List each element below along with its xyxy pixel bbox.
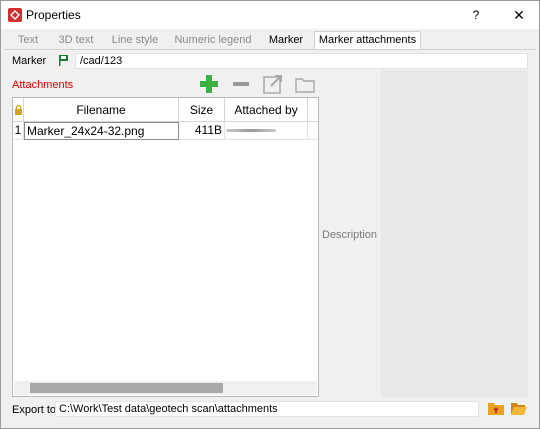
table-row[interactable]: 1 Marker_24x24-32.png 411B	[13, 122, 318, 140]
tab-strip: Text 3D text Line style Numeric legend M…	[1, 31, 539, 49]
description-label: Description	[322, 229, 378, 241]
grid-header: Filename Size Attached by	[13, 98, 318, 122]
tab-panel-border	[4, 49, 536, 50]
lock-icon	[13, 98, 24, 122]
redacted-user	[226, 129, 276, 132]
row-filename[interactable]: Marker_24x24-32.png	[24, 122, 179, 140]
marker-label: Marker	[12, 55, 47, 67]
open-external-icon[interactable]	[262, 73, 284, 95]
row-index: 1	[13, 122, 24, 140]
help-button[interactable]: ?	[464, 4, 488, 26]
col-filename[interactable]: Filename	[24, 98, 179, 122]
remove-icon[interactable]	[230, 73, 252, 95]
tab-3d-text[interactable]: 3D text	[53, 32, 99, 49]
tab-numeric-legend[interactable]: Numeric legend	[171, 32, 255, 49]
flag-icon	[58, 54, 70, 66]
tab-line-style[interactable]: Line style	[107, 32, 163, 49]
properties-window: Properties ? ✕ Text 3D text Line style N…	[0, 0, 540, 429]
export-path-field[interactable]: C:\Work\Test data\geotech scan\attachmen…	[55, 401, 479, 417]
close-button[interactable]: ✕	[507, 4, 531, 26]
row-attached-by	[225, 122, 308, 140]
app-icon	[8, 8, 22, 22]
folder-up-icon[interactable]	[488, 401, 504, 415]
marker-field[interactable]: /cad/123	[75, 53, 528, 69]
tab-text[interactable]: Text	[11, 32, 45, 49]
open-folder-icon[interactable]	[511, 401, 527, 415]
tab-marker-attachments[interactable]: Marker attachments	[314, 31, 421, 49]
export-label: Export to	[12, 404, 57, 416]
tab-marker[interactable]: Marker	[263, 32, 309, 49]
horizontal-scrollbar[interactable]	[14, 381, 317, 395]
col-attached-by[interactable]: Attached by	[225, 98, 308, 122]
folder-icon[interactable]	[294, 73, 316, 95]
title-bar: Properties ? ✕	[1, 1, 539, 29]
attachments-grid: Filename Size Attached by 1 Marker_24x24…	[12, 97, 319, 397]
window-title: Properties	[26, 8, 81, 22]
col-size[interactable]: Size	[179, 98, 225, 122]
row-size: 411B	[179, 122, 225, 140]
attachments-label: Attachments	[12, 79, 74, 91]
description-panel[interactable]	[381, 70, 528, 397]
add-icon[interactable]	[198, 73, 220, 95]
scrollbar-thumb[interactable]	[30, 383, 223, 393]
